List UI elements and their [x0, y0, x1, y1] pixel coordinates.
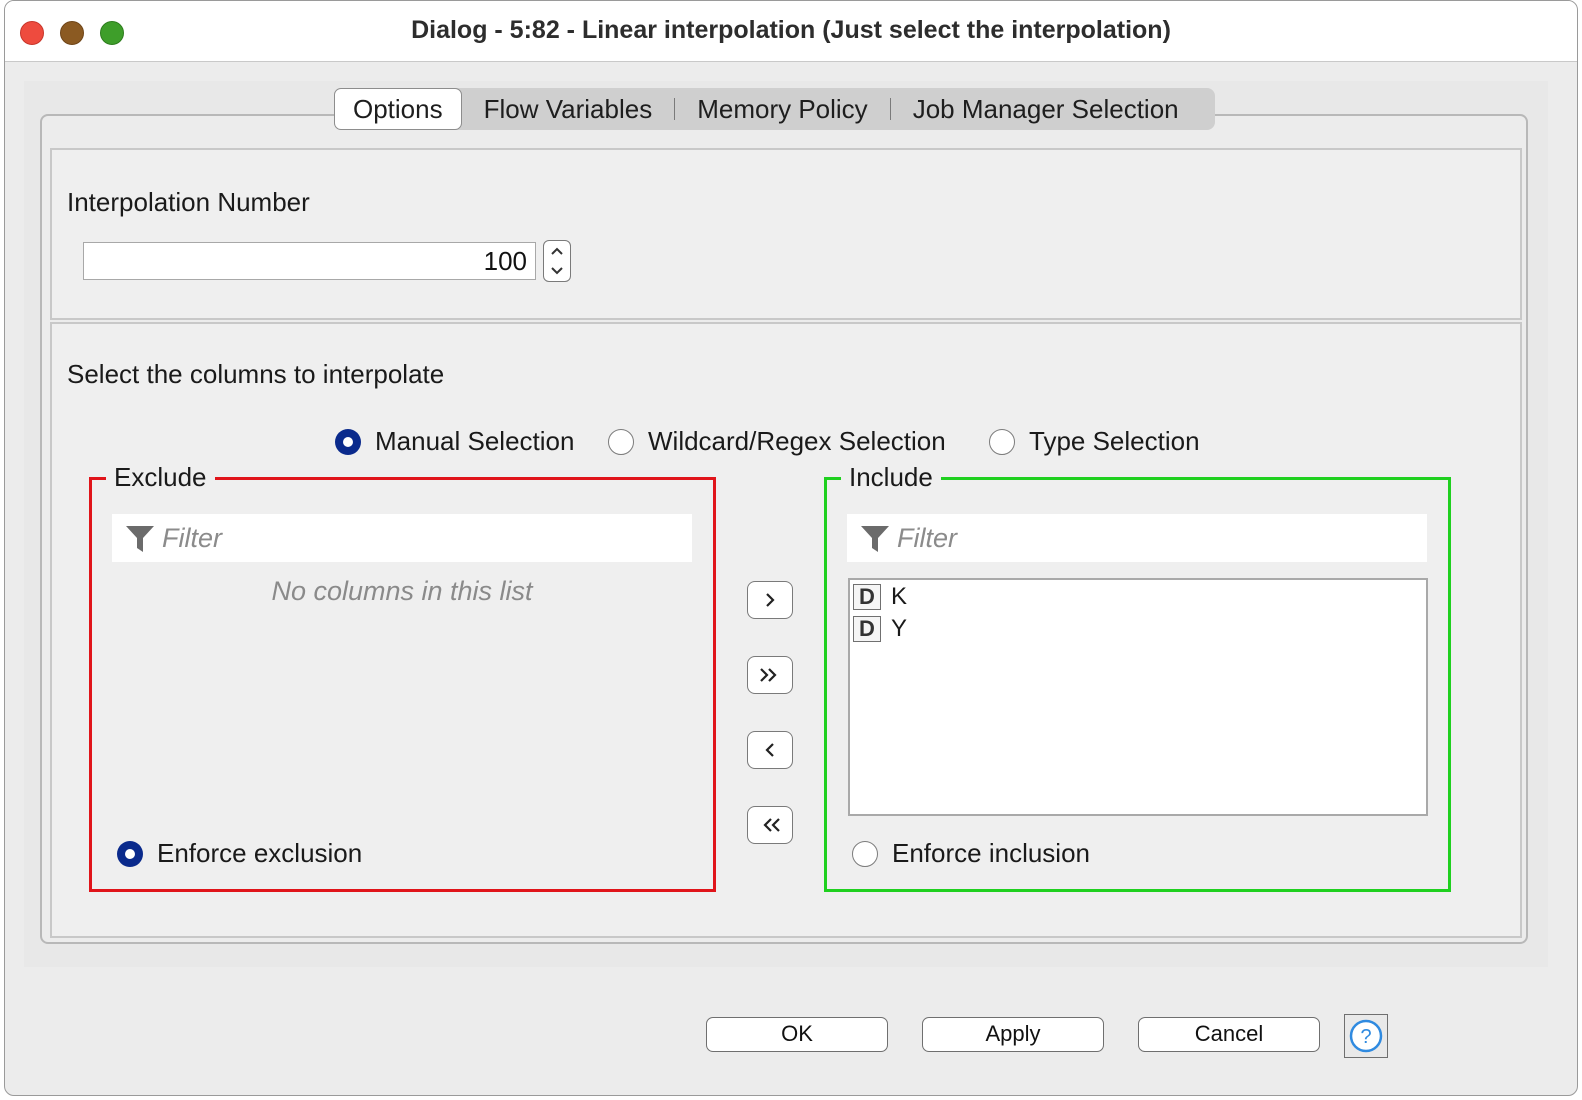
- chevron-left-icon: [765, 743, 774, 757]
- filter-icon: [126, 526, 154, 552]
- cancel-button[interactable]: Cancel: [1138, 1017, 1320, 1052]
- help-button[interactable]: ?: [1344, 1014, 1388, 1058]
- include-panel: Include Filter D K D Y Enforce inclusion: [824, 462, 1451, 892]
- double-chevron-left-icon: [763, 818, 780, 832]
- radio-selected-icon[interactable]: [117, 840, 143, 867]
- double-type-icon: D: [853, 616, 881, 642]
- exclude-title: Exclude: [106, 462, 215, 493]
- column-name: K: [891, 583, 908, 610]
- list-item[interactable]: D Y: [853, 615, 907, 643]
- enforce-inclusion-label: Enforce inclusion: [892, 838, 1090, 868]
- include-filter-input[interactable]: Filter: [847, 514, 1427, 562]
- exclude-empty-message: No columns in this list: [271, 576, 533, 606]
- mode-wildcard-regex-selection-label: Wildcard/Regex Selection: [648, 426, 946, 456]
- move-selected-right-button[interactable]: [747, 581, 793, 619]
- columns-section-label: Select the columns to interpolate: [67, 359, 445, 389]
- interpolation-number-label: Interpolation Number: [67, 187, 310, 217]
- filter-icon: [861, 526, 889, 552]
- tab-job-manager-selection[interactable]: Job Manager Selection: [891, 88, 1201, 130]
- apply-button[interactable]: Apply: [922, 1017, 1104, 1052]
- enforce-exclusion-label: Enforce exclusion: [157, 838, 363, 868]
- tab-memory-policy[interactable]: Memory Policy: [675, 88, 889, 130]
- interpolation-number-input[interactable]: 100: [83, 242, 536, 280]
- double-chevron-right-icon: [760, 668, 777, 682]
- mode-manual-selection-label: Manual Selection: [375, 426, 575, 456]
- include-column-list[interactable]: D K D Y: [848, 578, 1428, 816]
- interpolation-section: [50, 148, 1522, 320]
- title-bar: Dialog - 5:82 - Linear interpolation (Ju…: [5, 1, 1577, 62]
- double-type-icon: D: [853, 584, 881, 610]
- exclude-panel: Exclude Filter No columns in this list E…: [89, 462, 716, 892]
- mode-manual-selection[interactable]: Manual Selection: [335, 426, 574, 457]
- radio-unselected-icon[interactable]: [852, 840, 878, 867]
- tab-bar: Options Flow Variables Memory Policy Job…: [334, 88, 1215, 130]
- stepper-down-icon[interactable]: [544, 261, 570, 281]
- ok-button[interactable]: OK: [706, 1017, 888, 1052]
- exclude-filter-input[interactable]: Filter: [112, 514, 692, 562]
- move-selected-left-button[interactable]: [747, 731, 793, 769]
- move-all-right-button[interactable]: [747, 656, 793, 694]
- include-title: Include: [841, 462, 941, 493]
- chevron-right-icon: [766, 593, 775, 607]
- mode-type-selection[interactable]: Type Selection: [989, 426, 1200, 457]
- radio-selected-icon[interactable]: [335, 428, 361, 455]
- radio-unselected-icon[interactable]: [989, 428, 1015, 455]
- mode-type-selection-label: Type Selection: [1029, 426, 1200, 456]
- column-name: Y: [891, 615, 908, 642]
- tab-options[interactable]: Options: [334, 88, 462, 130]
- move-all-left-button[interactable]: [747, 806, 793, 844]
- enforce-inclusion-option[interactable]: Enforce inclusion: [852, 838, 1090, 869]
- stepper-up-icon[interactable]: [544, 241, 570, 261]
- include-filter-placeholder: Filter: [897, 522, 957, 553]
- window-title: Dialog - 5:82 - Linear interpolation (Ju…: [411, 16, 1171, 44]
- help-icon: ?: [1349, 1019, 1383, 1053]
- mode-wildcard-regex-selection[interactable]: Wildcard/Regex Selection: [608, 426, 946, 457]
- exclude-filter-placeholder: Filter: [162, 522, 222, 553]
- radio-unselected-icon[interactable]: [608, 428, 634, 455]
- tab-flow-variables[interactable]: Flow Variables: [462, 88, 675, 130]
- enforce-exclusion-option[interactable]: Enforce exclusion: [117, 838, 362, 869]
- list-item[interactable]: D K: [853, 583, 907, 611]
- help-icon-glyph: ?: [1360, 1026, 1371, 1048]
- interpolation-number-stepper[interactable]: [543, 240, 571, 282]
